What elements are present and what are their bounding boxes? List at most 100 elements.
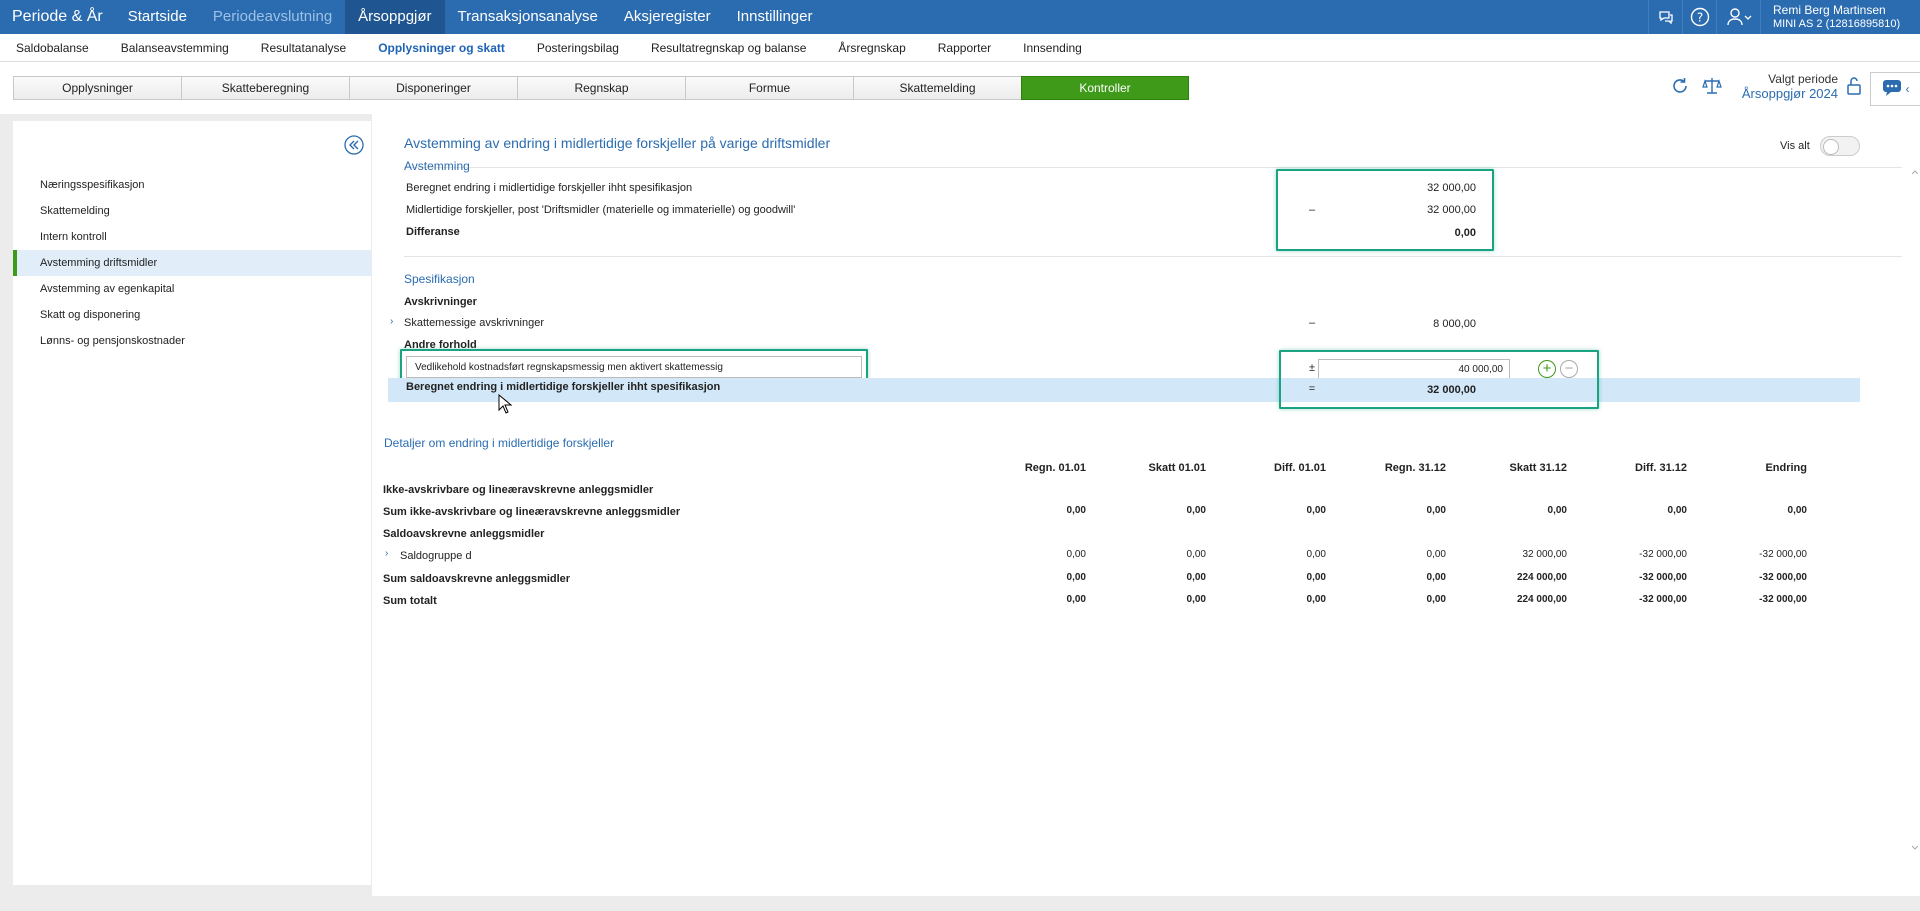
tab-opplysninger[interactable]: Opplysninger bbox=[13, 76, 181, 100]
user-info[interactable]: Remi Berg Martinsen MINI AS 2 (128168958… bbox=[1760, 0, 1920, 34]
table-cell: 32 000,00 bbox=[1522, 549, 1568, 560]
table-cell: -32 000,00 bbox=[1759, 549, 1807, 560]
table-cell: 0,00 bbox=[1426, 594, 1446, 605]
table-cell: 0,00 bbox=[1306, 572, 1326, 583]
column-header: Skatt 31.12 bbox=[1509, 462, 1567, 474]
user-menu-icon[interactable] bbox=[1716, 0, 1760, 34]
table-cell: 0,00 bbox=[1066, 549, 1086, 560]
vis-alt-control: Vis alt bbox=[1780, 136, 1860, 156]
table-row-label: Ikke-avskrivbare og lineæravskrevne anle… bbox=[383, 484, 654, 496]
table-cell: 0,00 bbox=[1426, 572, 1446, 583]
table-cell: -32 000,00 bbox=[1639, 549, 1687, 560]
sidebar: Næringsspesifikasjon Skattemelding Inter… bbox=[13, 121, 371, 885]
main-panel: Avstemming av endring i midlertidige for… bbox=[372, 114, 1920, 896]
tab-kontroller[interactable]: Kontroller bbox=[1021, 76, 1189, 100]
divider bbox=[404, 167, 1902, 168]
table-cell: -32 000,00 bbox=[1759, 572, 1807, 583]
tab-skatteberegning[interactable]: Skatteberegning bbox=[181, 76, 349, 100]
table-cell: 0,00 bbox=[1306, 505, 1326, 516]
table-cell: 0,00 bbox=[1426, 505, 1446, 516]
nav-aksjeregister[interactable]: Aksjeregister bbox=[611, 0, 724, 34]
column-header: Skatt 01.01 bbox=[1148, 462, 1206, 474]
nav-startside[interactable]: Startside bbox=[115, 0, 200, 34]
sidebar-item-skatt-og-disponering[interactable]: Skatt og disponering bbox=[13, 302, 371, 328]
subnav-resultatanalyse[interactable]: Resultatanalyse bbox=[261, 41, 346, 55]
highlight-box bbox=[1279, 350, 1599, 409]
differanse-label: Differanse bbox=[406, 226, 460, 238]
column-header: Regn. 31.12 bbox=[1384, 462, 1446, 474]
column-header: Diff. 31.12 bbox=[1635, 462, 1687, 474]
divider bbox=[404, 256, 1902, 257]
skattemessige-value: 8 000,00 bbox=[1433, 318, 1476, 330]
sidebar-items: Næringsspesifikasjon Skattemelding Inter… bbox=[13, 172, 371, 354]
table-cell: 0,00 bbox=[1306, 594, 1326, 605]
sidebar-item-avstemming-driftsmidler[interactable]: Avstemming driftsmidler bbox=[13, 250, 371, 276]
nav-transaksjonsanalyse[interactable]: Transaksjonsanalyse bbox=[445, 0, 611, 34]
tab-disponeringer[interactable]: Disponeringer bbox=[349, 76, 517, 100]
valgt-periode[interactable]: Valgt periode Årsoppgjør 2024 bbox=[1736, 72, 1838, 101]
sidebar-item-avstemming-egenkapital[interactable]: Avstemming av egenkapital bbox=[13, 276, 371, 302]
nav-arsoppgjor[interactable]: Årsoppgjør bbox=[345, 0, 445, 34]
main-nav: Startside Periodeavslutning Årsoppgjør T… bbox=[115, 0, 826, 34]
skattemessige-avskrivninger-label[interactable]: Skattemessige avskrivninger bbox=[404, 317, 544, 329]
tab-formue[interactable]: Formue bbox=[685, 76, 853, 100]
table-cell: -32 000,00 bbox=[1639, 594, 1687, 605]
avstemming-row-label: Beregnet endring i midlertidige forskjel… bbox=[406, 182, 693, 194]
table-cell: 0,00 bbox=[1186, 549, 1206, 560]
subnav-innsending[interactable]: Innsending bbox=[1023, 41, 1082, 55]
subnav-arsregnskap[interactable]: Årsregnskap bbox=[838, 41, 905, 55]
spesifikasjon-heading: Spesifikasjon bbox=[404, 272, 475, 286]
message-icon bbox=[1882, 79, 1902, 100]
subnav-resultatregnskap-og-balanse[interactable]: Resultatregnskap og balanse bbox=[651, 41, 806, 55]
periode-aar-button[interactable]: Periode & År bbox=[0, 0, 115, 34]
avskrivninger-heading: Avskrivninger bbox=[404, 296, 477, 308]
chevron-right-icon[interactable]: › bbox=[390, 316, 393, 327]
tab-regnskap[interactable]: Regnskap bbox=[517, 76, 685, 100]
subnav-opplysninger-og-skatt[interactable]: Opplysninger og skatt bbox=[378, 41, 505, 55]
sidebar-item-naeringsspesifikasjon[interactable]: Næringsspesifikasjon bbox=[13, 172, 371, 198]
page-scrollbar[interactable] bbox=[1911, 170, 1919, 850]
subnav-posteringsbilag[interactable]: Posteringsbilag bbox=[537, 41, 619, 55]
sidebar-item-lonns-og-pensjonskostnader[interactable]: Lønns- og pensjonskostnader bbox=[13, 328, 371, 354]
total-label: Beregnet endring i midlertidige forskjel… bbox=[406, 381, 721, 393]
periode-value: Årsoppgjør 2024 bbox=[1741, 86, 1838, 101]
table-cell: 0,00 bbox=[1787, 505, 1807, 516]
chat-panel-button[interactable]: ‹ bbox=[1870, 72, 1920, 106]
table-row-label: Sum saldoavskrevne anleggsmidler bbox=[383, 573, 571, 585]
subnav-rapporter[interactable]: Rapporter bbox=[938, 41, 991, 55]
scale-icon[interactable] bbox=[1702, 76, 1722, 99]
sidebar-item-skattemelding[interactable]: Skattemelding bbox=[13, 198, 371, 224]
tabs-row: Opplysninger Skatteberegning Disponering… bbox=[0, 62, 1920, 114]
sidebar-item-intern-kontroll[interactable]: Intern kontroll bbox=[13, 224, 371, 250]
mouse-cursor-icon bbox=[498, 393, 513, 417]
help-icon[interactable]: ? bbox=[1682, 0, 1716, 34]
table-cell: -32 000,00 bbox=[1639, 572, 1687, 583]
subnav-saldobalanse[interactable]: Saldobalanse bbox=[16, 41, 89, 55]
unlock-icon[interactable] bbox=[1846, 76, 1862, 99]
column-header: Regn. 01.01 bbox=[1024, 462, 1086, 474]
table-cell: 0,00 bbox=[1306, 549, 1326, 560]
table-cell: -32 000,00 bbox=[1759, 594, 1807, 605]
table-cell: 0,00 bbox=[1426, 549, 1446, 560]
detaljer-heading: Detaljer om endring i midlertidige forsk… bbox=[384, 436, 615, 450]
subnav-balanseavstemming[interactable]: Balanseavstemming bbox=[121, 41, 229, 55]
svg-text:?: ? bbox=[1696, 11, 1702, 25]
chevron-right-icon[interactable]: › bbox=[385, 548, 388, 559]
table-row-label[interactable]: Saldogruppe d bbox=[400, 550, 472, 562]
nav-innstillinger[interactable]: Innstillinger bbox=[724, 0, 826, 34]
nav-periodeavslutning[interactable]: Periodeavslutning bbox=[200, 0, 345, 34]
tab-bar: Opplysninger Skatteberegning Disponering… bbox=[13, 76, 1189, 100]
vis-alt-toggle[interactable] bbox=[1819, 136, 1860, 156]
table-row-label: Saldoavskrevne anleggsmidler bbox=[383, 528, 545, 540]
table-cell: 0,00 bbox=[1547, 505, 1567, 516]
tools bbox=[1670, 76, 1722, 99]
table-row-label: Sum ikke-avskrivbare og lineæravskrevne … bbox=[383, 506, 681, 518]
table-cell: 0,00 bbox=[1066, 572, 1086, 583]
tab-skattemelding[interactable]: Skattemelding bbox=[853, 76, 1021, 100]
refresh-icon[interactable] bbox=[1670, 76, 1690, 99]
chat-icon[interactable] bbox=[1648, 0, 1682, 34]
skattemessige-op: – bbox=[1308, 317, 1316, 329]
chevron-left-icon: ‹ bbox=[1905, 82, 1910, 96]
collapse-sidebar-icon[interactable] bbox=[344, 135, 364, 158]
table-cell: 224 000,00 bbox=[1516, 572, 1567, 583]
